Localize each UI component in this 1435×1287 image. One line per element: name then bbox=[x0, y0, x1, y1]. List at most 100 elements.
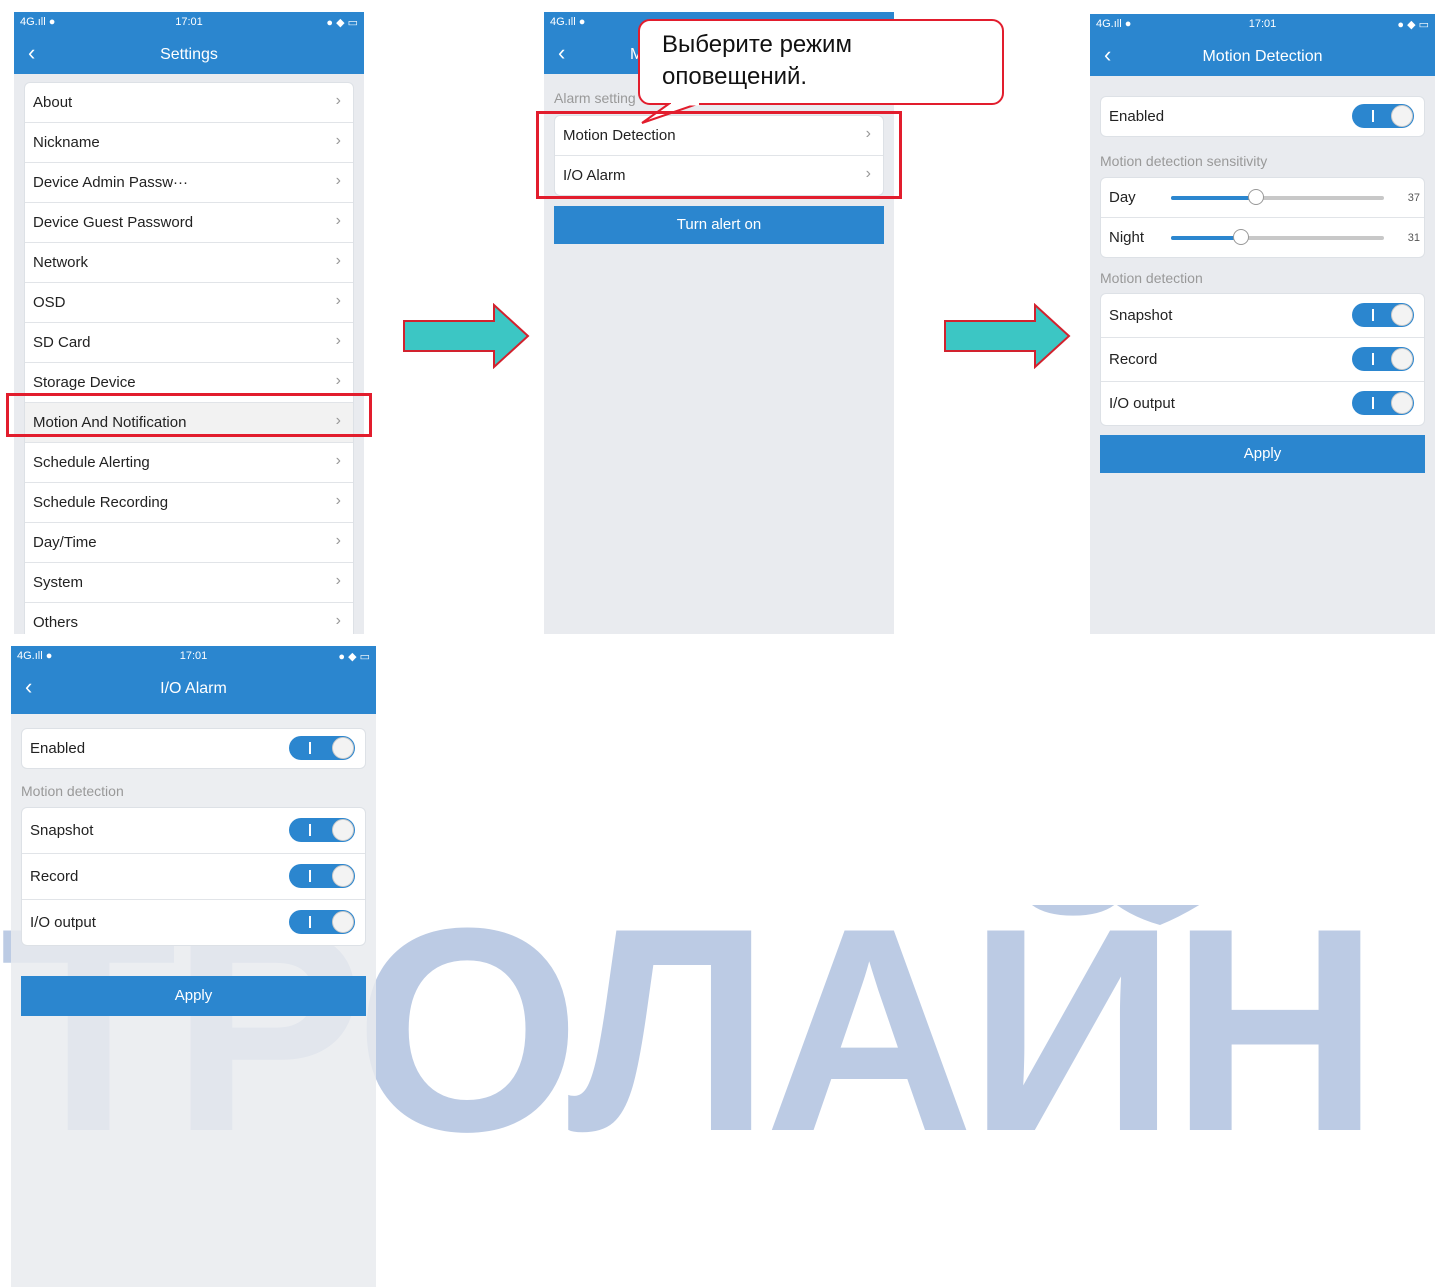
arrow-right-icon bbox=[944, 303, 1071, 369]
settings-item-label: Others bbox=[33, 614, 79, 631]
status-time: 17:01 bbox=[1248, 18, 1277, 30]
toggle-label: I/O output bbox=[30, 914, 96, 931]
record-row: Record bbox=[1101, 338, 1424, 382]
chevron-right-icon: › bbox=[335, 612, 341, 629]
apply-button[interactable]: Apply bbox=[21, 976, 366, 1016]
enabled-toggle[interactable] bbox=[1352, 104, 1414, 128]
day-value: 37 bbox=[1407, 192, 1420, 204]
status-time: 17:01 bbox=[179, 650, 208, 662]
toggle-label: Record bbox=[30, 868, 79, 885]
slider-thumb[interactable] bbox=[1248, 189, 1265, 205]
battery-indicator: ● ◆ ▭ bbox=[1397, 19, 1429, 31]
day-slider[interactable] bbox=[1171, 189, 1384, 205]
toggle-label: Record bbox=[1109, 351, 1158, 368]
record-toggle[interactable] bbox=[1352, 347, 1414, 371]
chevron-right-icon: › bbox=[335, 452, 341, 469]
settings-item[interactable]: Device Guest Password › bbox=[25, 203, 353, 243]
snapshot-row: Snapshot bbox=[22, 808, 365, 854]
arrow-right-icon bbox=[403, 303, 530, 369]
nav-bar: ‹ I/O Alarm bbox=[11, 668, 376, 714]
io-output-row: I/O output bbox=[1101, 382, 1424, 425]
settings-item-label: System bbox=[33, 574, 84, 591]
chevron-right-icon: › bbox=[335, 132, 341, 149]
status-time: 17:01 bbox=[175, 16, 203, 28]
section-label: Alarm setting bbox=[554, 90, 636, 106]
io-output-toggle[interactable] bbox=[289, 910, 355, 934]
io-toggles-group: Snapshot Record I/O output bbox=[21, 807, 366, 946]
chevron-right-icon: › bbox=[335, 172, 341, 189]
turn-alert-on-button[interactable]: Turn alert on bbox=[554, 206, 884, 244]
chevron-right-icon: › bbox=[335, 492, 341, 509]
record-toggle[interactable] bbox=[289, 864, 355, 888]
nav-bar: ‹ Settings bbox=[14, 34, 364, 74]
page-title: Motion Detection bbox=[1202, 48, 1323, 65]
night-value: 31 bbox=[1407, 232, 1420, 244]
night-label: Night bbox=[1109, 229, 1145, 246]
battery-indicator: ● ◆ ▭ bbox=[338, 651, 370, 663]
settings-item[interactable]: Others › bbox=[25, 603, 353, 634]
settings-list: About › Nickname › Device Admin Passw··· › Dev… bbox=[24, 82, 354, 634]
nav-bar: ‹ Motion Detection bbox=[1090, 36, 1435, 76]
page-title: Settings bbox=[160, 46, 218, 63]
section-label: Motion detection bbox=[21, 783, 124, 799]
back-chevron-icon[interactable]: ‹ bbox=[558, 40, 565, 66]
slider-thumb[interactable] bbox=[1233, 229, 1250, 245]
chevron-right-icon: › bbox=[335, 572, 341, 589]
settings-item-label: Schedule Recording bbox=[33, 494, 169, 511]
settings-item[interactable]: SD Card › bbox=[25, 323, 353, 363]
settings-item[interactable]: Day/Time › bbox=[25, 523, 353, 563]
enabled-row: Enabled bbox=[22, 729, 365, 768]
chevron-right-icon: › bbox=[335, 292, 341, 309]
settings-item[interactable]: Nickname › bbox=[25, 123, 353, 163]
status-bar: 4G.ıll ● 17:01 ● ◆ ▭ bbox=[11, 646, 376, 668]
chevron-right-icon: › bbox=[335, 332, 341, 349]
settings-item-label: Network bbox=[33, 254, 89, 271]
chevron-right-icon: › bbox=[335, 212, 341, 229]
apply-button[interactable]: Apply bbox=[1100, 435, 1425, 473]
settings-item[interactable]: Device Admin Passw··· › bbox=[25, 163, 353, 203]
toggle-label: Snapshot bbox=[1109, 307, 1173, 324]
snapshot-toggle[interactable] bbox=[1352, 303, 1414, 327]
chevron-right-icon: › bbox=[335, 252, 341, 269]
settings-item[interactable]: System › bbox=[25, 563, 353, 603]
settings-item[interactable]: OSD › bbox=[25, 283, 353, 323]
settings-item[interactable]: Network › bbox=[25, 243, 353, 283]
motion-detection-screen: 4G.ıll ● 17:01 ● ◆ ▭ ‹ Motion Detection … bbox=[1090, 14, 1435, 634]
settings-item-label: SD Card bbox=[33, 334, 91, 351]
enabled-label: Enabled bbox=[30, 740, 86, 757]
signal-indicator: 4G.ıll ● bbox=[550, 16, 586, 28]
settings-item-label: Schedule Alerting bbox=[33, 454, 150, 471]
snapshot-toggle[interactable] bbox=[289, 818, 355, 842]
alarm-settings-screen: 4G.ıll ● ‹ M Alarm setting Motion Detect… bbox=[544, 12, 894, 634]
chevron-right-icon: › bbox=[335, 92, 341, 109]
settings-item[interactable]: Schedule Recording › bbox=[25, 483, 353, 523]
settings-screen: 4G.ıll ● 17:01 ● ◆ ▭ ‹ Settings About › Ni… bbox=[14, 12, 364, 634]
snapshot-row: Snapshot bbox=[1101, 294, 1424, 338]
record-row: Record bbox=[22, 854, 365, 900]
settings-item[interactable]: Schedule Alerting › bbox=[25, 443, 353, 483]
page-title: I/O Alarm bbox=[160, 680, 227, 697]
enabled-group: Enabled bbox=[1100, 96, 1425, 137]
highlight-box bbox=[6, 393, 372, 437]
io-output-toggle[interactable] bbox=[1352, 391, 1414, 415]
settings-item[interactable]: About › bbox=[25, 83, 353, 123]
settings-item-label: Nickname bbox=[33, 134, 100, 151]
status-bar: 4G.ıll ● 17:01 ● ◆ ▭ bbox=[1090, 14, 1435, 36]
day-label: Day bbox=[1109, 189, 1136, 206]
section-label: Motion detection bbox=[1100, 270, 1203, 286]
sensitivity-label: Motion detection sensitivity bbox=[1100, 153, 1268, 169]
enabled-toggle[interactable] bbox=[289, 736, 355, 760]
night-slider[interactable] bbox=[1171, 229, 1384, 245]
settings-item-label: Day/Time bbox=[33, 534, 97, 551]
chevron-right-icon: › bbox=[335, 532, 341, 549]
battery-indicator: ● ◆ ▭ bbox=[326, 17, 358, 29]
callout-text: Выберите режим оповещений. bbox=[662, 31, 852, 90]
night-row: Night 31 bbox=[1101, 218, 1424, 257]
io-output-row: I/O output bbox=[22, 900, 365, 945]
enabled-group: Enabled bbox=[21, 728, 366, 769]
sensitivity-group: Day 37 Night 31 bbox=[1100, 177, 1425, 258]
io-alarm-screen: 4G.ıll ● 17:01 ● ◆ ▭ ‹ I/O Alarm Enabled… bbox=[11, 646, 376, 1287]
enabled-label: Enabled bbox=[1109, 108, 1165, 125]
settings-item-label: Storage Device bbox=[33, 374, 136, 391]
highlight-box bbox=[536, 111, 902, 199]
